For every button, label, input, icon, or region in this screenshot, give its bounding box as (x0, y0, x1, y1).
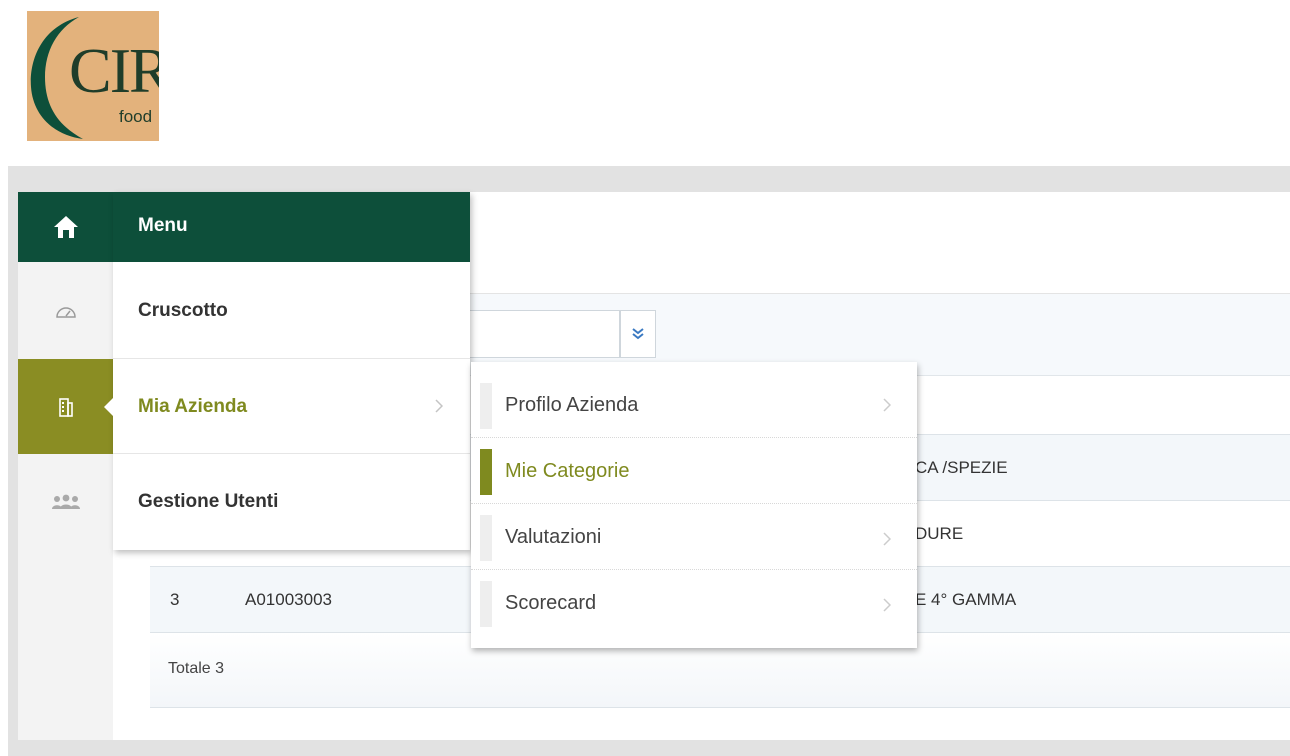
table-cell-description: DURE (915, 524, 964, 543)
rail-users-button[interactable] (18, 454, 113, 549)
rail-company-button[interactable] (18, 359, 113, 454)
table-total: Totale 3 (168, 660, 225, 677)
menu-item-gestione-utenti[interactable]: Gestione Utenti (113, 454, 470, 550)
table-cell-code: A01003003 (245, 590, 332, 609)
users-group-icon (51, 494, 80, 509)
submenu-item-valutazioni[interactable]: Valutazioni (471, 504, 917, 570)
page: CIR food CA /SPEZIE DURE 3 A01003003 E 4… (0, 0, 1290, 756)
menu-item-label: Cruscotto (138, 300, 228, 321)
table-cell-description: E 4° GAMMA (915, 590, 1017, 609)
table-cell-description: CA /SPEZIE (915, 458, 1008, 477)
submenu-marker (480, 515, 492, 561)
chevron-right-icon (883, 398, 891, 412)
menu-item-cruscotto[interactable]: Cruscotto (113, 262, 470, 359)
submenu-marker (480, 383, 492, 429)
menu-item-label: Gestione Utenti (138, 491, 279, 512)
submenu-item-label: Mie Categorie (505, 460, 630, 482)
chevron-right-icon (883, 598, 891, 612)
submenu-item-profilo-azienda[interactable]: Profilo Azienda (471, 372, 917, 438)
submenu-marker (480, 581, 492, 627)
category-select[interactable] (470, 310, 620, 358)
logo-sub-text: food (119, 107, 153, 126)
submenu-item-label: Scorecard (505, 592, 597, 614)
submenu-item-label: Profilo Azienda (505, 394, 639, 416)
submenu-item-label: Valutazioni (505, 526, 602, 548)
rail-home-button[interactable] (18, 192, 113, 262)
chevron-right-icon (883, 532, 891, 546)
select-toggle-button[interactable] (620, 310, 656, 358)
building-icon (58, 397, 73, 417)
company-logo[interactable]: CIR food (27, 11, 159, 141)
double-chevron-down-icon (632, 328, 644, 340)
menu-title: Menu (138, 215, 188, 236)
menu-item-label: Mia Azienda (138, 396, 248, 417)
menu-header: Menu (113, 192, 470, 262)
menu-item-mia-azienda[interactable]: Mia Azienda (113, 359, 470, 454)
submenu-marker (480, 449, 492, 495)
speedometer-icon (55, 306, 76, 318)
submenu-item-scorecard[interactable]: Scorecard (471, 570, 917, 636)
chevron-right-icon (435, 399, 443, 413)
rail-dashboard-button[interactable] (18, 262, 113, 359)
home-icon (53, 216, 78, 238)
active-pointer (104, 398, 113, 416)
submenu-item-mie-categorie[interactable]: Mie Categorie (471, 438, 917, 504)
logo-brand-text: CIR (69, 35, 159, 106)
table-cell-number: 3 (170, 590, 180, 609)
